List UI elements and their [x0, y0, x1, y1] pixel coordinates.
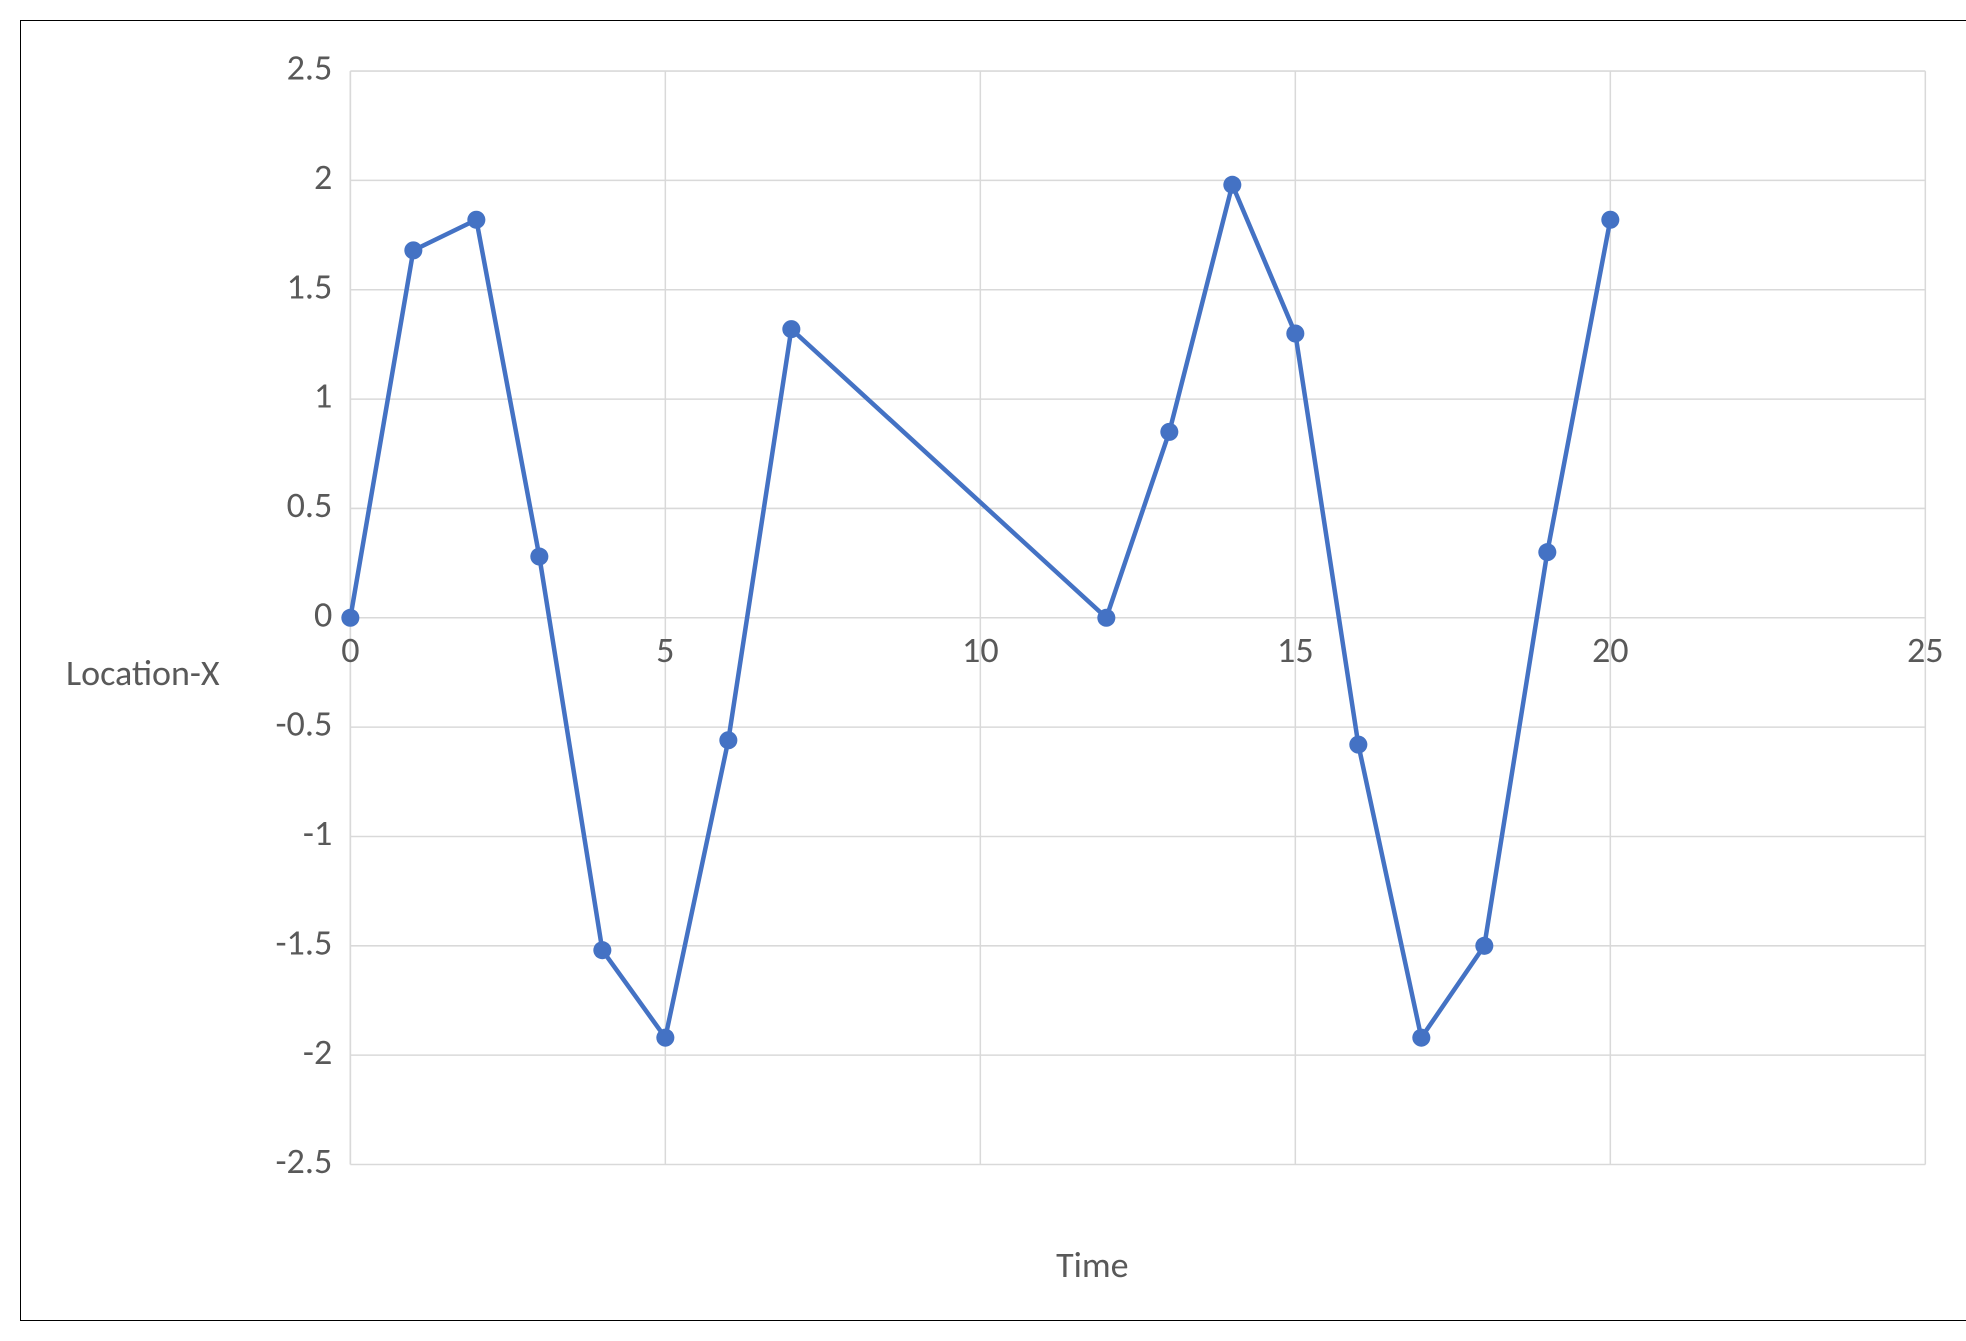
chart-container: Location-X -2.5-2-1.5-1-0.500.511.522.50… — [20, 20, 1966, 1321]
y-tick-label: 2 — [314, 155, 332, 199]
data-marker — [1601, 211, 1619, 229]
x-tick-label: 5 — [656, 628, 674, 672]
data-marker — [1475, 937, 1493, 955]
y-tick-label: -2.5 — [275, 1139, 332, 1183]
data-marker — [341, 609, 359, 627]
data-marker — [1349, 736, 1367, 754]
data-marker — [1286, 324, 1304, 342]
y-tick-label: 0 — [314, 592, 332, 636]
x-tick-label: 0 — [341, 628, 359, 672]
y-tick-label: 1 — [314, 374, 332, 418]
y-tick-label: 0.5 — [286, 483, 332, 527]
y-tick-label: -1 — [303, 811, 332, 855]
x-tick-label: 20 — [1592, 628, 1629, 672]
data-marker — [404, 241, 422, 259]
plot-wrap: -2.5-2-1.5-1-0.500.511.522.50510152025 T… — [230, 21, 1966, 1325]
y-tick-label: 1.5 — [286, 264, 332, 308]
data-marker — [719, 731, 737, 749]
x-tick-label: 10 — [962, 628, 999, 672]
data-marker — [593, 941, 611, 959]
data-marker — [1538, 543, 1556, 561]
y-axis-label-wrap: Location-X — [21, 21, 230, 1325]
y-tick-label: -2 — [303, 1030, 332, 1074]
data-marker — [782, 320, 800, 338]
x-tick-label: 25 — [1907, 628, 1944, 672]
data-marker — [1097, 609, 1115, 627]
data-marker — [1223, 176, 1241, 194]
data-marker — [467, 211, 485, 229]
x-tick-label: 15 — [1277, 628, 1314, 672]
x-axis-title: Time — [240, 1235, 1945, 1315]
y-axis-title: Location-X — [66, 651, 220, 695]
chart-body: Location-X -2.5-2-1.5-1-0.500.511.522.50… — [21, 21, 1966, 1325]
plot-svg: -2.5-2-1.5-1-0.500.511.522.50510152025 — [240, 51, 1945, 1235]
data-marker — [656, 1029, 674, 1047]
data-marker — [1412, 1029, 1430, 1047]
y-tick-label: -0.5 — [275, 702, 332, 746]
y-tick-label: 2.5 — [286, 51, 332, 90]
data-marker — [530, 548, 548, 566]
y-tick-label: -1.5 — [275, 920, 332, 964]
data-marker — [1160, 423, 1178, 441]
plot-area: -2.5-2-1.5-1-0.500.511.522.50510152025 — [240, 51, 1945, 1235]
